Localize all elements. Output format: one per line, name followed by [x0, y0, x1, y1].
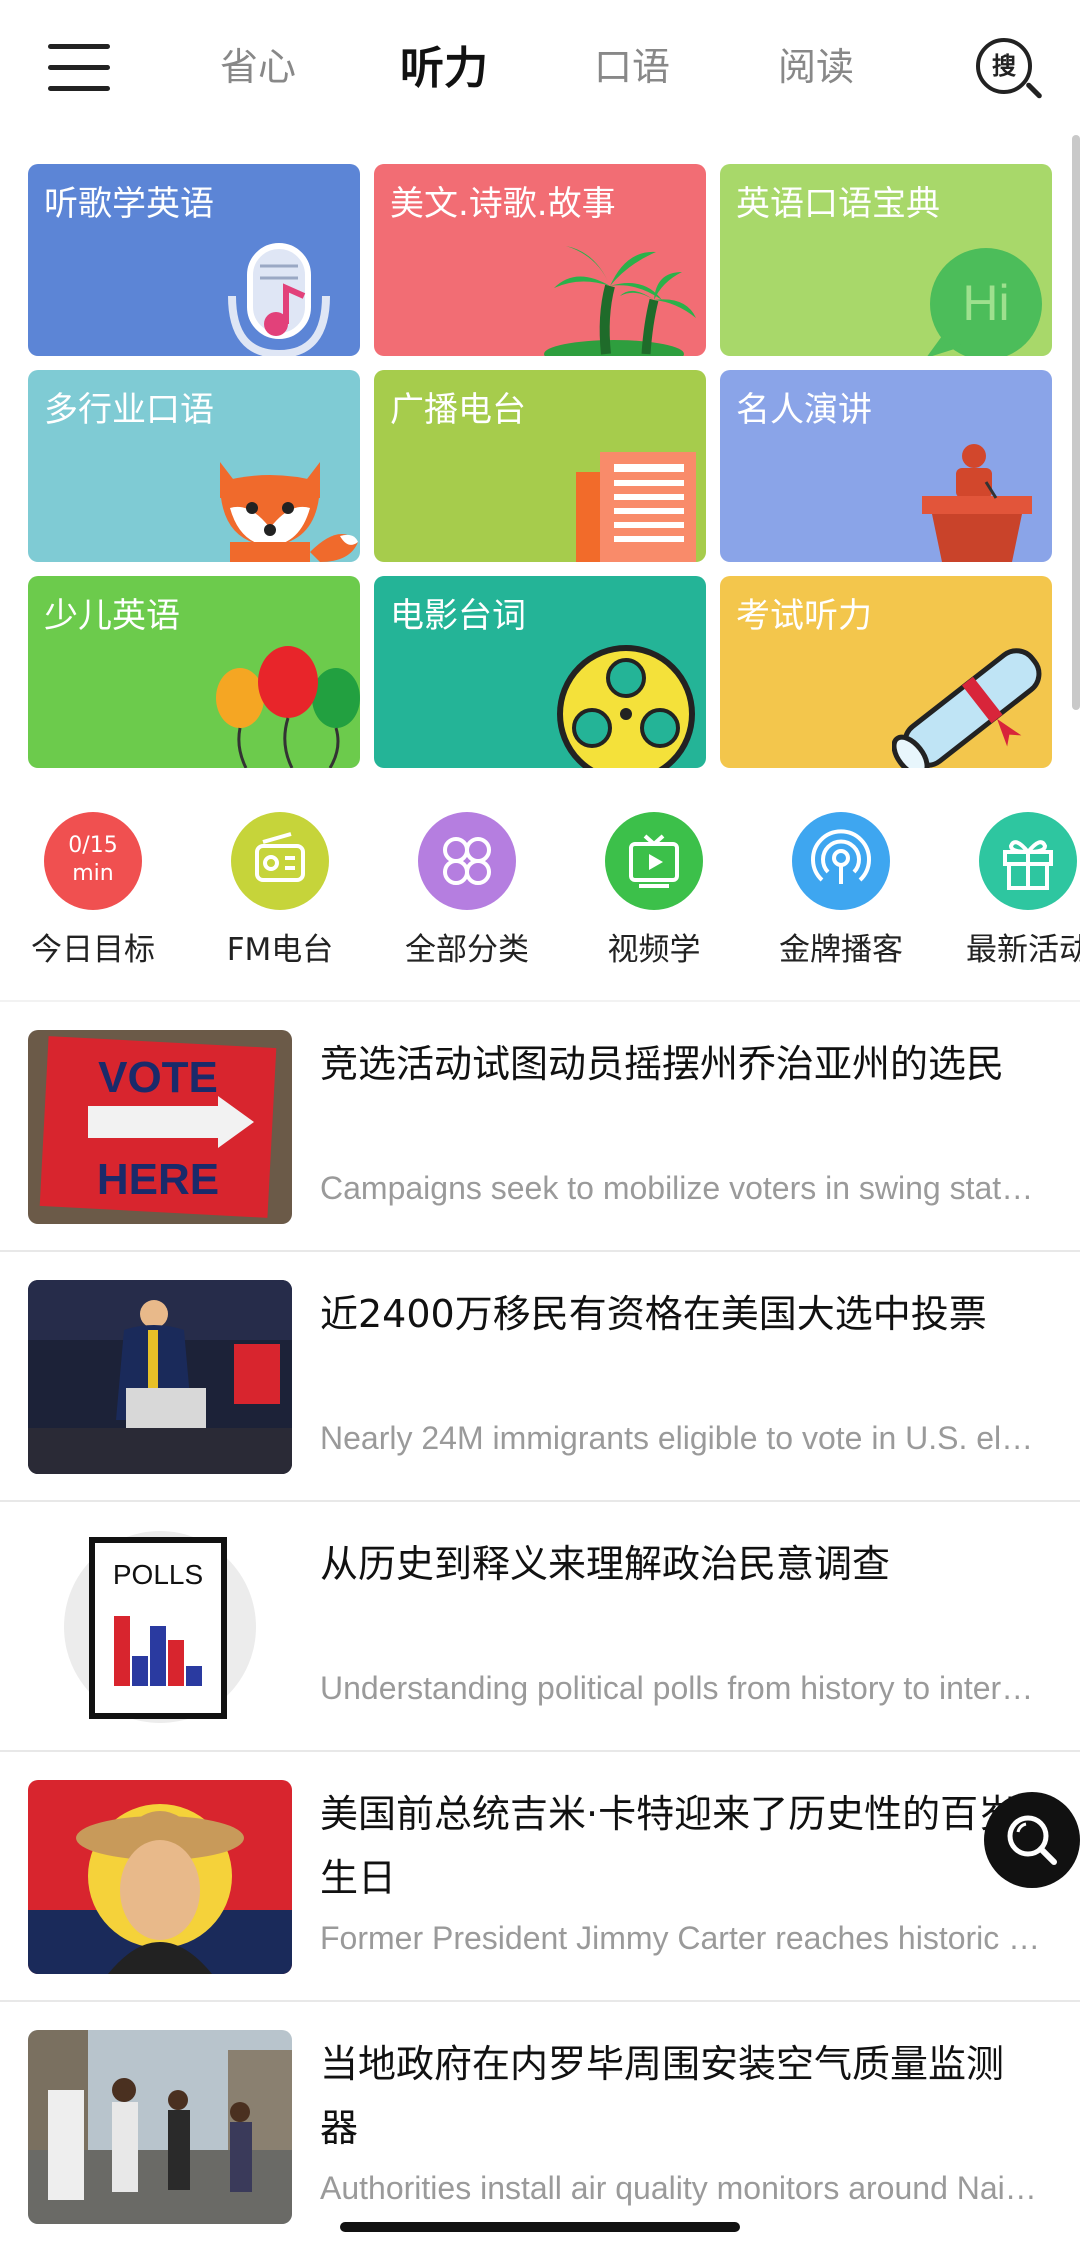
scrollbar[interactable] [1072, 135, 1080, 710]
top-nav: 省心 听力 口语 阅读 搜 [0, 0, 1080, 140]
category-radio-station[interactable]: 广播电台 [374, 370, 706, 562]
carter-thumb [28, 1780, 292, 1974]
category-song-english[interactable]: 听歌学英语 [28, 164, 360, 356]
tab-reading[interactable]: 阅读 [778, 36, 854, 91]
podium-icon [922, 444, 1032, 562]
diploma-icon [892, 648, 1042, 768]
news-subtitle: Understanding political polls from histo… [320, 1670, 1044, 1706]
news-subtitle: Former President Jimmy Carter reaches hi… [320, 1920, 1044, 1956]
shortcut-podcast[interactable]: 金牌播客 [766, 812, 916, 969]
svg-text:POLLS: POLLS [113, 1559, 203, 1590]
news-subtitle: Nearly 24M immigrants eligible to vote i… [320, 1420, 1044, 1456]
goal-icon: 0/15 min [44, 812, 142, 910]
svg-text:VOTE: VOTE [98, 1053, 218, 1102]
news-subtitle: Campaigns seek to mobilize voters in swi… [320, 1170, 1044, 1206]
news-title: 当地政府在内罗毕周围安装空气质量监测器 [320, 2042, 1005, 2150]
category-celebrity-speech[interactable]: 名人演讲 [720, 370, 1052, 562]
news-item[interactable]: 美国前总统吉米·卡特迎来了历史性的百岁生日 Former President J… [0, 1752, 1080, 2002]
tv-icon [605, 812, 703, 910]
tab-speaking[interactable]: 口语 [594, 36, 670, 91]
shortcut-latest-events[interactable]: 最新活动 [953, 812, 1080, 969]
news-item[interactable]: VOTE HERE 竞选活动试图动员摇摆州乔治亚州的选民 Campaigns s… [0, 1002, 1080, 1252]
svg-text:HERE: HERE [97, 1155, 219, 1204]
fox-icon [220, 462, 358, 562]
balloons-icon [216, 646, 360, 768]
nairobi-thumb [28, 2030, 292, 2224]
magnifier-icon [1007, 1815, 1057, 1865]
category-movie-lines[interactable]: 电影台词 [374, 576, 706, 768]
radio-icon [231, 812, 329, 910]
menu-icon[interactable] [48, 44, 110, 92]
news-title: 近2400万移民有资格在美国大选中投票 [320, 1292, 987, 1336]
shortcut-all-categories[interactable]: 全部分类 [392, 812, 542, 969]
news-title: 竞选活动试图动员摇摆州乔治亚州的选民 [320, 1042, 1005, 1086]
category-kids-english[interactable]: 少儿英语 [28, 576, 360, 768]
category-exam-listening[interactable]: 考试听力 [720, 576, 1052, 768]
newspaper-icon [576, 452, 696, 562]
polls-thumb: POLLS [28, 1530, 292, 1724]
palm-tree-icon [544, 246, 696, 356]
podcast-icon [792, 812, 890, 910]
category-spoken-english[interactable]: 英语口语宝典 Hi [720, 164, 1052, 356]
category-poetry-stories[interactable]: 美文.诗歌.故事 [374, 164, 706, 356]
news-subtitle: Authorities install air quality monitors… [320, 2170, 1044, 2206]
news-item[interactable]: 近2400万移民有资格在美国大选中投票 Nearly 24M immigrant… [0, 1252, 1080, 1502]
film-reel-icon [557, 645, 695, 768]
search-button[interactable]: 搜 [976, 38, 1043, 102]
news-item[interactable]: POLLS 从历史到释义来理解政治民意调查 Understanding poli… [0, 1502, 1080, 1752]
shortcut-today-goal[interactable]: 0/15 min 今日目标 [18, 812, 168, 969]
gift-icon [979, 812, 1077, 910]
shortcut-fm-radio[interactable]: FM电台 [205, 812, 355, 969]
tab-listening[interactable]: 听力 [400, 32, 488, 96]
microphone-icon [228, 243, 330, 356]
shortcut-video[interactable]: 视频学 [579, 812, 729, 969]
hi-bubble-icon: Hi [927, 248, 1042, 356]
news-title: 美国前总统吉米·卡特迎来了历史性的百岁生日 [320, 1792, 1017, 1900]
home-indicator[interactable] [340, 2222, 740, 2232]
category-industry-speaking[interactable]: 多行业口语 [28, 370, 360, 562]
news-title: 从历史到释义来理解政治民意调查 [320, 1542, 891, 1586]
svg-text:Hi: Hi [962, 275, 1009, 331]
search-icon: 搜 [976, 38, 1032, 94]
tab-shengxin[interactable]: 省心 [220, 36, 296, 91]
rally-thumb [28, 1280, 292, 1474]
news-item[interactable]: 当地政府在内罗毕周围安装空气质量监测器 Authorities install … [0, 2002, 1080, 2248]
grid-icon [418, 812, 516, 910]
vote-here-thumb: VOTE HERE [28, 1030, 292, 1224]
floating-search-button[interactable] [984, 1792, 1080, 1888]
